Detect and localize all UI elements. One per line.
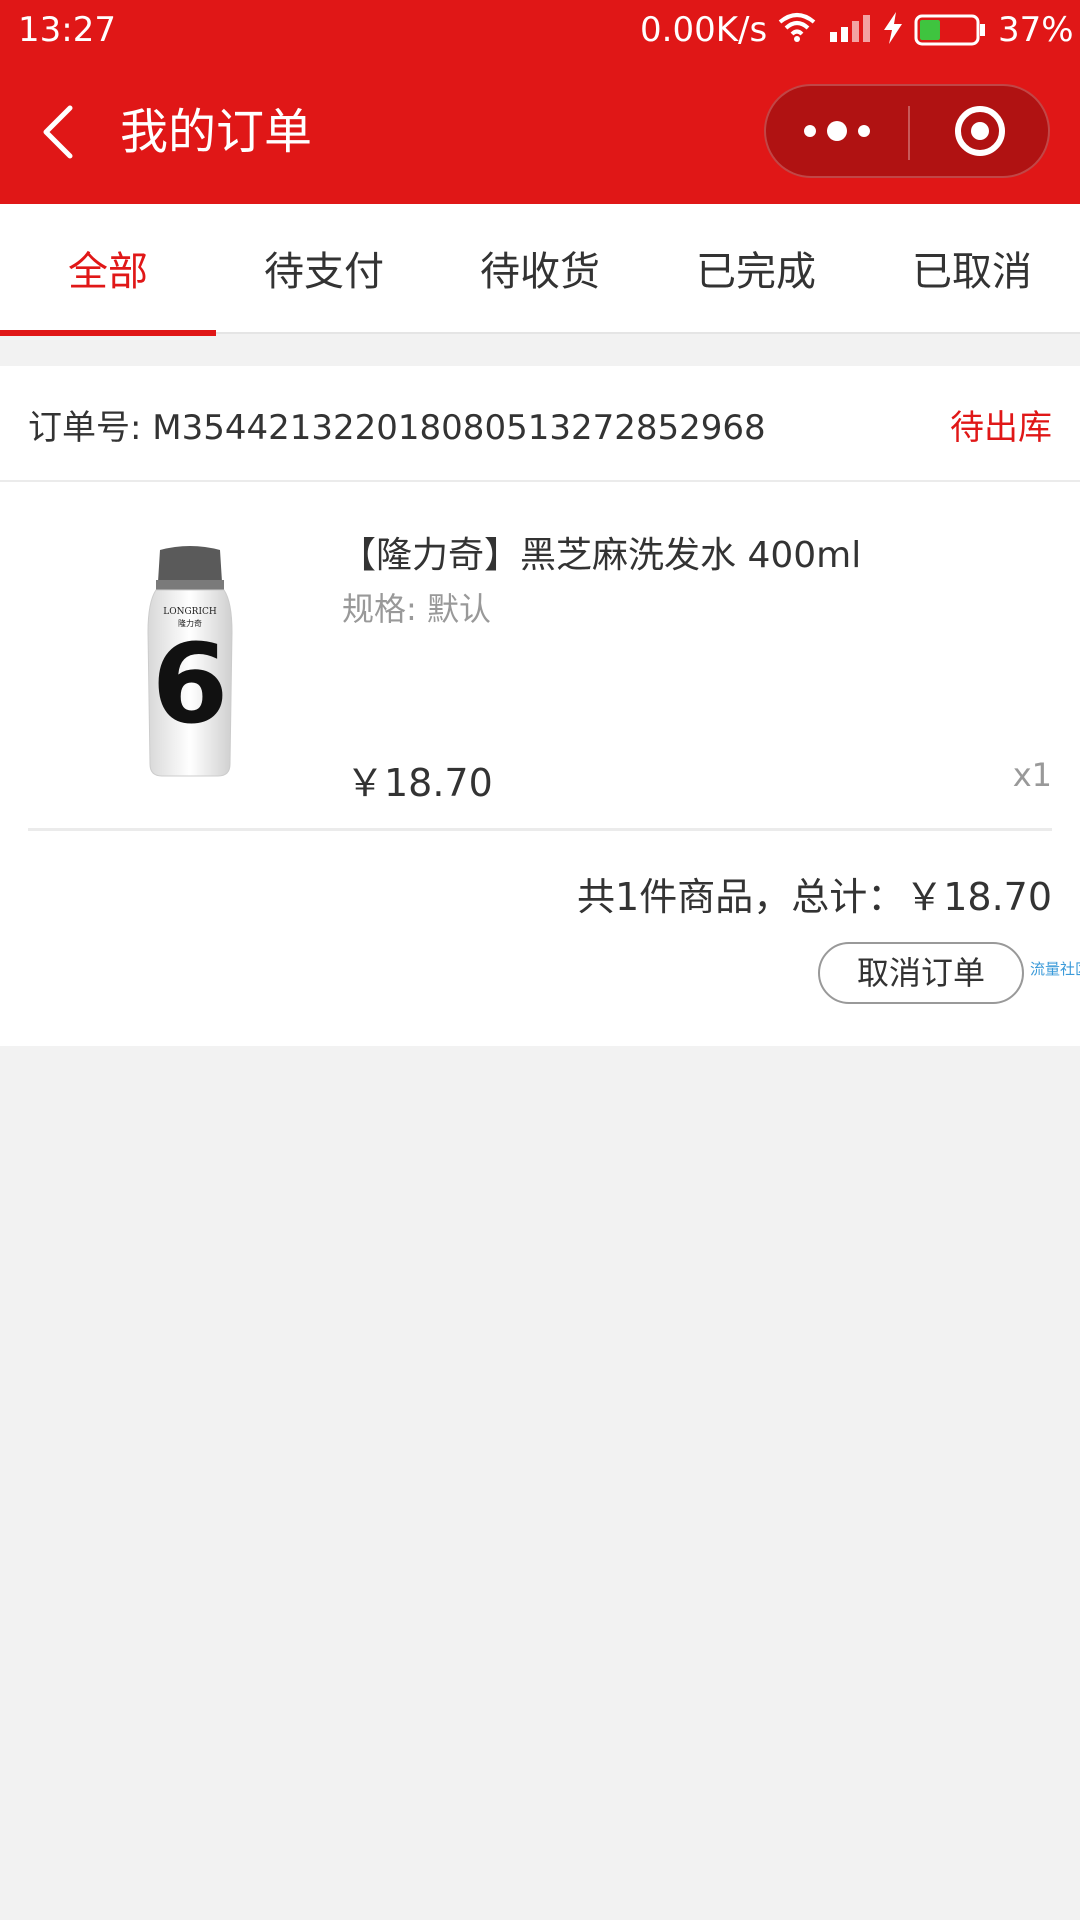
chevron-left-icon[interactable] xyxy=(38,102,78,162)
charging-icon xyxy=(884,12,902,44)
active-tab-indicator xyxy=(0,330,216,336)
screen: 13:27 0.00K/s 37% 我的订单 全部 待支付 待收货 已完成 已取… xyxy=(0,0,1080,1920)
order-tabs: 全部 待支付 待收货 已完成 已取消 xyxy=(0,204,1080,336)
more-dots-icon xyxy=(804,121,870,141)
status-time: 13:27 xyxy=(18,10,116,50)
watermark: 流量社区 xyxy=(1030,960,1080,978)
mini-program-capsule xyxy=(764,84,1050,178)
product-quantity: x1 xyxy=(1012,756,1052,794)
cancel-order-button[interactable]: 取消订单 xyxy=(818,942,1024,1004)
tab-pending-payment[interactable]: 待支付 xyxy=(216,204,432,334)
header: 13:27 0.00K/s 37% 我的订单 xyxy=(0,0,1080,204)
order-number: 订单号: M354421322018080513272852968 xyxy=(28,408,766,448)
bottle-brand: LONGRICH xyxy=(163,607,217,617)
product-name[interactable]: 【隆力奇】黑芝麻洗发水 400ml xyxy=(340,526,861,578)
battery-percent: 37% xyxy=(998,10,1074,50)
divider xyxy=(28,828,1052,831)
tab-all[interactable]: 全部 xyxy=(0,204,216,334)
tab-completed[interactable]: 已完成 xyxy=(648,204,864,334)
battery-icon xyxy=(914,14,985,46)
order-card[interactable]: 订单号: M354421322018080513272852968 待出库 LO… xyxy=(0,366,1080,1046)
order-header: 订单号: M354421322018080513272852968 待出库 xyxy=(0,366,1080,482)
page-title: 我的订单 xyxy=(120,104,313,160)
tab-cancelled[interactable]: 已取消 xyxy=(864,204,1080,334)
network-speed: 0.00K/s xyxy=(640,10,768,50)
bottle-numeral: 6 xyxy=(152,620,229,748)
signal-icon xyxy=(830,15,870,42)
status-bar: 13:27 0.00K/s 37% xyxy=(0,0,1080,62)
order-total: 共1件商品，总计：￥18.70 xyxy=(577,875,1052,919)
product-price: ￥18.70 xyxy=(346,761,493,805)
close-button[interactable] xyxy=(910,86,1050,176)
order-status: 待出库 xyxy=(950,408,1052,448)
more-button[interactable] xyxy=(766,86,908,176)
tab-pending-delivery[interactable]: 待收货 xyxy=(432,204,648,334)
target-circle-icon xyxy=(955,106,1005,156)
wifi-icon xyxy=(778,13,816,42)
product-spec: 规格: 默认 xyxy=(342,590,491,628)
product-image[interactable]: LONGRICH 隆力奇 6 xyxy=(120,542,260,782)
